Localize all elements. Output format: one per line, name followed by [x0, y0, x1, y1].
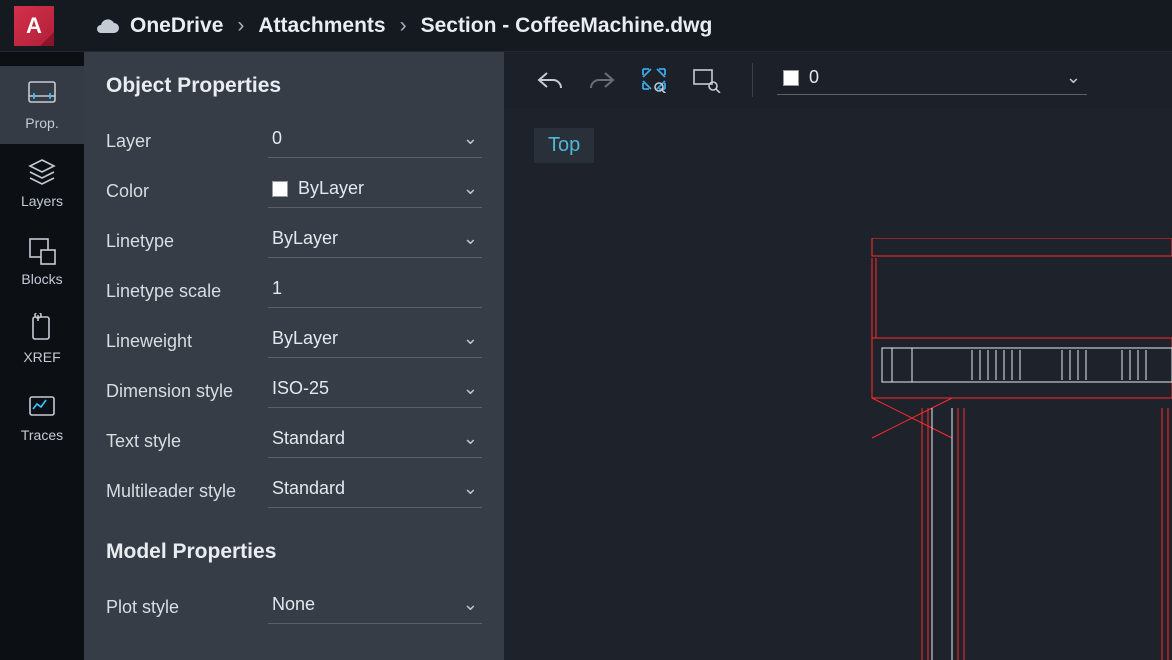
- layers-icon: [25, 157, 59, 187]
- undo-icon: [535, 69, 565, 91]
- section-title-object: Object Properties: [106, 74, 482, 98]
- prop-row-lineweight: Lineweight ByLayer ⌄: [106, 316, 482, 366]
- prop-layer-dropdown[interactable]: 0 ⌄: [268, 124, 482, 158]
- chevron-right-icon: ›: [400, 14, 407, 38]
- breadcrumb-file[interactable]: Section - CoffeeMachine.dwg: [421, 14, 713, 38]
- sidebar-item-xref[interactable]: XREF: [0, 300, 84, 378]
- sidebar-item-layers[interactable]: Layers: [0, 144, 84, 222]
- undo-button[interactable]: [528, 60, 572, 100]
- prop-value: None: [272, 594, 315, 615]
- chevron-down-icon: ⌄: [463, 594, 478, 615]
- chevron-down-icon: ⌄: [463, 128, 478, 149]
- prop-row-linetype-scale: Linetype scale 1: [106, 266, 482, 316]
- prop-label: Multileader style: [106, 481, 268, 502]
- chevron-down-icon: ⌄: [1066, 67, 1081, 88]
- prop-label: Color: [106, 181, 268, 202]
- prop-multileader-dropdown[interactable]: Standard ⌄: [268, 474, 482, 508]
- sidebar-item-blocks[interactable]: Blocks: [0, 222, 84, 300]
- prop-color-dropdown[interactable]: ByLayer ⌄: [268, 174, 482, 208]
- sidebar-label: Traces: [21, 427, 63, 443]
- prop-value: ByLayer: [272, 228, 338, 249]
- prop-label: Plot style: [106, 597, 268, 618]
- canvas-area: 0 ⌄ Top: [504, 52, 1172, 660]
- blocks-icon: [25, 235, 59, 265]
- chevron-down-icon: ⌄: [463, 228, 478, 249]
- zoom-window-button[interactable]: [684, 60, 728, 100]
- breadcrumb-cloud[interactable]: OneDrive: [130, 14, 223, 38]
- canvas-toolbar: 0 ⌄: [504, 52, 1172, 108]
- app-logo[interactable]: A: [14, 6, 54, 46]
- redo-button[interactable]: [580, 60, 624, 100]
- prop-row-layer: Layer 0 ⌄: [106, 116, 482, 166]
- prop-textstyle-dropdown[interactable]: Standard ⌄: [268, 424, 482, 458]
- breadcrumb: OneDrive › Attachments › Section - Coffe…: [94, 14, 712, 38]
- prop-value: Standard: [272, 478, 345, 499]
- prop-value: 0: [272, 128, 282, 149]
- prop-label: Layer: [106, 131, 268, 152]
- prop-row-text-style: Text style Standard ⌄: [106, 416, 482, 466]
- color-swatch-icon: [272, 181, 288, 197]
- canvas-layer-value: 0: [809, 67, 819, 88]
- prop-lineweight-dropdown[interactable]: ByLayer ⌄: [268, 324, 482, 358]
- view-label[interactable]: Top: [534, 128, 594, 163]
- prop-row-plot-style: Plot style None ⌄: [106, 582, 482, 632]
- prop-row-dimension-style: Dimension style ISO-25 ⌄: [106, 366, 482, 416]
- chevron-down-icon: ⌄: [463, 178, 478, 199]
- sidebar-item-traces[interactable]: Traces: [0, 378, 84, 456]
- app-logo-letter: A: [26, 13, 42, 39]
- sidebar-label: Layers: [21, 193, 63, 209]
- prop-value: 1: [272, 278, 282, 299]
- prop-value: Standard: [272, 428, 345, 449]
- prop-label: Linetype: [106, 231, 268, 252]
- section-title-model: Model Properties: [106, 540, 482, 564]
- color-swatch-icon: [783, 70, 799, 86]
- xref-icon: [25, 313, 59, 343]
- redo-icon: [587, 69, 617, 91]
- prop-label: Linetype scale: [106, 281, 268, 302]
- sidebar: Prop. Layers Blocks: [0, 52, 84, 660]
- sidebar-label: XREF: [23, 349, 60, 365]
- viewport[interactable]: Top: [504, 108, 1172, 660]
- chevron-down-icon: ⌄: [463, 378, 478, 399]
- traces-icon: [25, 391, 59, 421]
- chevron-down-icon: ⌄: [463, 328, 478, 349]
- toolbar-divider: [752, 63, 753, 97]
- sidebar-label: Prop.: [25, 115, 58, 131]
- properties-panel: Object Properties Layer 0 ⌄ Color ByLaye…: [84, 52, 504, 660]
- prop-value: ISO-25: [272, 378, 329, 399]
- prop-value: ByLayer: [298, 178, 364, 199]
- canvas-layer-dropdown[interactable]: 0 ⌄: [777, 65, 1087, 95]
- prop-row-color: Color ByLayer ⌄: [106, 166, 482, 216]
- topbar: A OneDrive › Attachments › Section - Cof…: [0, 0, 1172, 52]
- chevron-right-icon: ›: [237, 14, 244, 38]
- prop-linetype-scale-input[interactable]: 1: [268, 274, 482, 308]
- cloud-icon: [94, 17, 120, 35]
- sidebar-label: Blocks: [21, 271, 62, 287]
- prop-plotstyle-dropdown[interactable]: None ⌄: [268, 590, 482, 624]
- properties-icon: [25, 79, 59, 109]
- drawing-preview: [862, 238, 1172, 660]
- zoom-extents-button[interactable]: [632, 60, 676, 100]
- chevron-down-icon: ⌄: [463, 428, 478, 449]
- prop-label: Lineweight: [106, 331, 268, 352]
- prop-label: Dimension style: [106, 381, 268, 402]
- prop-linetype-dropdown[interactable]: ByLayer ⌄: [268, 224, 482, 258]
- zoom-window-icon: [691, 67, 721, 93]
- prop-value: ByLayer: [272, 328, 338, 349]
- zoom-extents-icon: [639, 67, 669, 93]
- prop-row-linetype: Linetype ByLayer ⌄: [106, 216, 482, 266]
- prop-label: Text style: [106, 431, 268, 452]
- chevron-down-icon: ⌄: [463, 478, 478, 499]
- breadcrumb-folder[interactable]: Attachments: [258, 14, 385, 38]
- prop-row-multileader-style: Multileader style Standard ⌄: [106, 466, 482, 516]
- sidebar-item-prop[interactable]: Prop.: [0, 66, 84, 144]
- prop-dimensionstyle-dropdown[interactable]: ISO-25 ⌄: [268, 374, 482, 408]
